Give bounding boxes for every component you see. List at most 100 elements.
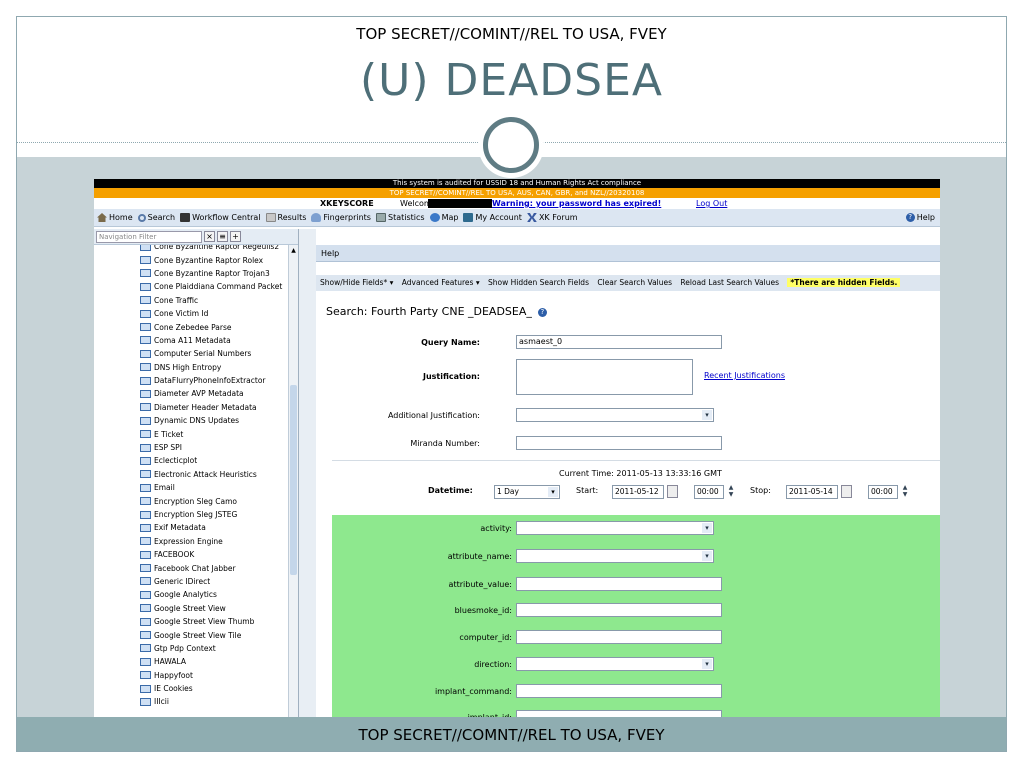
logout-link[interactable]: Log Out [696, 198, 727, 209]
computer-id-input[interactable] [516, 630, 722, 644]
stop-date-input[interactable]: 2011-05-14 [786, 485, 838, 499]
tree-item[interactable]: IIIcii [94, 695, 289, 708]
navigation-filter-row: Navigation Filter × ≡ + [94, 229, 298, 245]
calendar-icon[interactable] [667, 485, 678, 498]
tree-item[interactable]: Electronic Attack Heuristics [94, 468, 289, 481]
reload-values-button[interactable]: Reload Last Search Values [680, 278, 779, 287]
password-warning-link[interactable]: Warning: your password has expired! [492, 198, 661, 209]
tree-item[interactable]: Cone Zebedee Parse [94, 320, 289, 333]
tree-item[interactable]: Exif Metadata [94, 521, 289, 534]
nav-map[interactable]: Map [429, 213, 458, 222]
nav-workflow[interactable]: Workflow Central [180, 213, 261, 222]
tree-item[interactable]: Google Street View [94, 602, 289, 615]
nav-help[interactable]: ? Help [905, 213, 935, 222]
clear-values-button[interactable]: Clear Search Values [597, 278, 672, 287]
tree-item[interactable]: Diameter AVP Metadata [94, 387, 289, 400]
tab-help[interactable]: Help [316, 245, 940, 262]
tree-item[interactable]: Expression Engine [94, 535, 289, 548]
direction-select[interactable]: ▾ [516, 657, 714, 671]
table-icon [140, 644, 151, 653]
attribute-name-select[interactable]: ▾ [516, 549, 714, 563]
tree-item[interactable]: Cone Traffic [94, 294, 289, 307]
tree-item[interactable]: Dynamic DNS Updates [94, 414, 289, 427]
calendar-icon[interactable] [841, 485, 852, 498]
scroll-up-icon[interactable]: ▲ [290, 247, 297, 255]
tree-item-label: IE Cookies [154, 684, 193, 694]
panel-splitter[interactable] [299, 229, 316, 719]
tree-item[interactable]: Google Street View Tile [94, 628, 289, 641]
query-name-input[interactable]: asmaest_0 [516, 335, 722, 349]
nav-my-account[interactable]: My Account [463, 213, 522, 222]
table-icon [140, 550, 151, 559]
tree-item[interactable]: Email [94, 481, 289, 494]
tree-item-label: Cone Byzantine Raptor Trojan3 [154, 268, 270, 278]
attribute-value-input[interactable] [516, 577, 722, 591]
datetime-range-select[interactable]: 1 Day ▾ [494, 485, 560, 499]
nav-results[interactable]: Results [265, 213, 306, 222]
tree-item[interactable]: Google Analytics [94, 588, 289, 601]
tree-item[interactable]: DataFlurryPhoneInfoExtractor [94, 374, 289, 387]
expand-all-icon[interactable]: + [230, 231, 241, 242]
attribute-name-label: attribute_name: [447, 552, 512, 561]
tree-item[interactable]: Cone Byzantine Raptor Rolex [94, 253, 289, 266]
time-spinner-icon[interactable]: ▲ ▼ [900, 484, 910, 499]
activity-select[interactable]: ▾ [516, 521, 714, 535]
computer-id-row: computer_id: [332, 630, 940, 648]
tree-item-label: Cone Byzantine Raptor Regeulis2 [154, 245, 280, 252]
nav-xk-forum[interactable]: XK Forum [526, 213, 578, 222]
additional-justification-row: Additional Justification: ▾ [316, 408, 940, 426]
tree-item[interactable]: Computer Serial Numbers [94, 347, 289, 360]
collapse-all-icon[interactable]: ≡ [217, 231, 228, 242]
navigation-scrollbar[interactable]: ▲ [288, 245, 298, 719]
show-hide-fields-menu[interactable]: Show/Hide Fields* ▾ [320, 278, 393, 287]
recent-justifications-link[interactable]: Recent Justifications [704, 371, 785, 380]
tree-item[interactable]: Happyfoot [94, 669, 289, 682]
tree-item[interactable]: Cone Victim Id [94, 307, 289, 320]
attribute-value-label: attribute_value: [448, 580, 512, 589]
nav-search[interactable]: Search [137, 213, 175, 222]
miranda-number-label: Miranda Number: [410, 439, 480, 448]
nav-home[interactable]: Home [97, 213, 133, 222]
tree-item[interactable]: FACEBOOK [94, 548, 289, 561]
implant-command-input[interactable] [516, 684, 722, 698]
tree-item[interactable]: IE Cookies [94, 682, 289, 695]
tree-item[interactable]: Cone Plaiddiana Command Packet [94, 280, 289, 293]
tree-item[interactable]: Facebook Chat Jabber [94, 561, 289, 574]
search-panel: Help Show/Hide Fields* ▾ Advanced Featur… [316, 229, 940, 719]
tree-item[interactable]: Gtp Pdp Context [94, 642, 289, 655]
show-hidden-fields-button[interactable]: Show Hidden Search Fields [488, 278, 589, 287]
tree-item[interactable]: Coma A11 Metadata [94, 334, 289, 347]
help-icon[interactable]: ? [537, 308, 547, 317]
navigation-filter-input[interactable]: Navigation Filter [96, 230, 202, 243]
search-title-text: Search: Fourth Party CNE _DEADSEA_ [326, 305, 532, 318]
start-time-input[interactable]: 00:00 [694, 485, 724, 499]
table-icon [140, 510, 151, 519]
tree-item[interactable]: Google Street View Thumb [94, 615, 289, 628]
tree-item[interactable]: Eclecticplot [94, 454, 289, 467]
tree-item[interactable]: ESP SPI [94, 441, 289, 454]
scrollbar-thumb[interactable] [290, 385, 297, 575]
clear-filter-icon[interactable]: × [204, 231, 215, 242]
tree-item[interactable]: Encryption Sleg Camo [94, 494, 289, 507]
tree-item[interactable]: Cone Byzantine Raptor Trojan3 [94, 267, 289, 280]
advanced-features-menu[interactable]: Advanced Features ▾ [402, 278, 480, 287]
tree-item[interactable]: Encryption Sleg JSTEG [94, 508, 289, 521]
justification-textarea[interactable] [516, 359, 693, 395]
additional-justification-select[interactable]: ▾ [516, 408, 714, 422]
time-spinner-icon[interactable]: ▲ ▼ [726, 484, 736, 499]
tree-item[interactable]: DNS High Entropy [94, 361, 289, 374]
nav-statistics[interactable]: Statistics [375, 213, 425, 222]
nav-fingerprints[interactable]: Fingerprints [311, 213, 371, 222]
tree-item[interactable]: Cone Byzantine Raptor Regeulis2 [94, 245, 289, 253]
table-icon [140, 470, 151, 479]
table-icon [140, 363, 151, 372]
tree-item[interactable]: E Ticket [94, 427, 289, 440]
tree-item[interactable]: Generic IDirect [94, 575, 289, 588]
tree-item[interactable]: HAWALA [94, 655, 289, 668]
tree-item[interactable]: Diameter Header Metadata [94, 401, 289, 414]
stop-time-input[interactable]: 00:00 [868, 485, 898, 499]
start-date-input[interactable]: 2011-05-12 [612, 485, 664, 499]
miranda-number-input[interactable] [516, 436, 722, 450]
action-toolbar: Show/Hide Fields* ▾ Advanced Features ▾ … [316, 275, 940, 291]
bluesmoke-id-input[interactable] [516, 603, 722, 617]
